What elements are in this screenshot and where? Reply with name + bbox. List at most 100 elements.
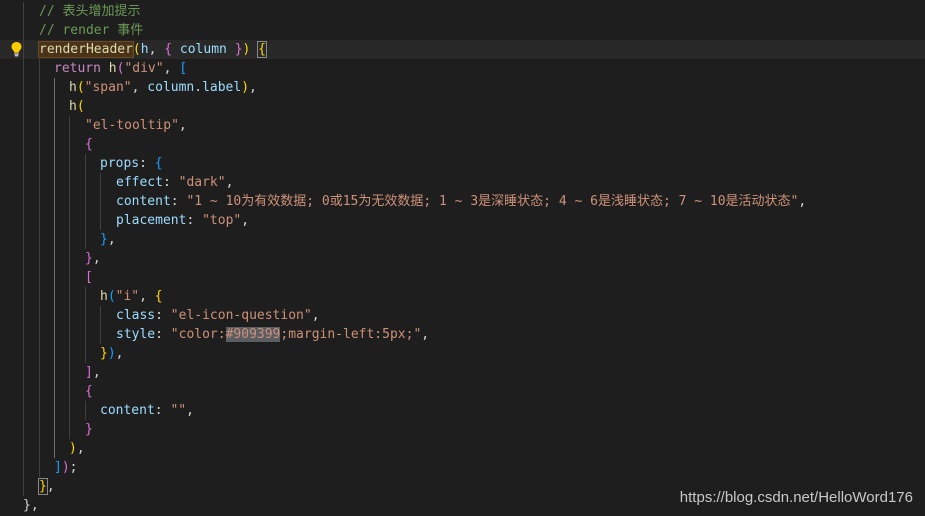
indent-guide	[100, 211, 101, 230]
code-token: {	[85, 384, 93, 399]
code-text: {	[85, 382, 93, 401]
code-token: ,	[46, 479, 55, 494]
code-line[interactable]: h("i", {	[0, 287, 925, 306]
indent-guide	[69, 173, 70, 192]
code-token: ,	[311, 308, 320, 323]
indent-guide	[54, 230, 55, 249]
code-token: "div"	[124, 61, 164, 76]
indent-guide	[54, 78, 55, 97]
code-line[interactable]: {	[0, 135, 925, 154]
code-token: ,	[131, 80, 148, 95]
indent-guide	[69, 325, 70, 344]
code-text: // render 事件	[39, 21, 143, 40]
code-token: ,	[241, 213, 250, 228]
code-line[interactable]: h("span", column.label),	[0, 78, 925, 97]
indent-guide	[39, 325, 40, 344]
code-line[interactable]: [	[0, 268, 925, 287]
code-line[interactable]: props: {	[0, 154, 925, 173]
code-token: h	[140, 42, 149, 57]
indent-guide	[100, 192, 101, 211]
indent-guide	[85, 230, 86, 249]
code-token: ""	[170, 403, 187, 418]
code-editor[interactable]: // 表头增加提示// render 事件 renderHeader(h, { c…	[0, 0, 925, 516]
code-token: effect	[116, 175, 163, 190]
indent-guide	[54, 420, 55, 439]
code-text: [	[85, 268, 93, 287]
code-token: class	[116, 308, 156, 323]
indent-guide	[69, 306, 70, 325]
code-token: :	[155, 308, 171, 323]
code-token: renderHeader	[38, 41, 134, 58]
indent-guide	[23, 439, 24, 458]
indent-guide	[69, 363, 70, 382]
indent-guide	[39, 306, 40, 325]
lightbulb-icon[interactable]	[10, 41, 23, 57]
indent-guide	[23, 325, 24, 344]
code-token: (	[132, 42, 141, 57]
code-token: )	[241, 80, 250, 95]
code-text: content: "1 ~ 10为有效数据; 0或15为无效数据; 1 ~ 3是…	[116, 192, 806, 211]
indent-guide	[23, 306, 24, 325]
code-line[interactable]: }	[0, 420, 925, 439]
code-line[interactable]: content: "1 ~ 10为有效数据; 0或15为无效数据; 1 ~ 3是…	[0, 192, 925, 211]
code-line[interactable]: return h("div", [	[0, 59, 925, 78]
indent-guide	[69, 230, 70, 249]
code-line[interactable]: ]);	[0, 458, 925, 477]
code-token: }	[38, 478, 48, 495]
code-text: h(	[69, 97, 85, 116]
code-token: ,	[148, 42, 165, 57]
indent-guide	[69, 382, 70, 401]
indent-guide	[100, 306, 101, 325]
code-text: },	[100, 230, 116, 249]
code-text: h("i", {	[100, 287, 163, 306]
indent-guide	[39, 420, 40, 439]
code-line[interactable]: ],	[0, 363, 925, 382]
code-line[interactable]: },	[0, 230, 925, 249]
code-line[interactable]: effect: "dark",	[0, 173, 925, 192]
indent-guide	[39, 173, 40, 192]
indent-guide	[54, 135, 55, 154]
code-token: "top"	[202, 213, 242, 228]
code-token: ]	[85, 365, 93, 380]
code-token: "dark"	[178, 175, 226, 190]
code-token: },	[23, 498, 39, 513]
code-token: :	[154, 403, 171, 418]
code-line[interactable]: {	[0, 382, 925, 401]
indent-guide	[23, 97, 24, 116]
code-token: h	[69, 99, 77, 114]
code-token: "color:	[170, 327, 226, 342]
code-token: :	[155, 327, 171, 342]
code-line[interactable]: placement: "top",	[0, 211, 925, 230]
code-text: },	[38, 477, 55, 496]
code-line[interactable]: },	[0, 249, 925, 268]
code-token: h	[108, 61, 117, 76]
indent-guide	[39, 363, 40, 382]
indent-guide	[23, 230, 24, 249]
code-text: {	[85, 135, 93, 154]
code-line[interactable]: // render 事件	[0, 21, 925, 40]
indent-guide	[23, 154, 24, 173]
indent-guide	[54, 344, 55, 363]
indent-guide	[69, 211, 70, 230]
indent-guide	[54, 268, 55, 287]
indent-guide	[39, 78, 40, 97]
watermark-url: https://blog.csdn.net/HelloWord176	[679, 489, 913, 506]
indent-guide	[39, 211, 40, 230]
code-line[interactable]: h(	[0, 97, 925, 116]
code-line[interactable]: content: "",	[0, 401, 925, 420]
indent-guide	[85, 325, 86, 344]
code-token: }	[100, 232, 108, 247]
code-line[interactable]: }),	[0, 344, 925, 363]
code-token: h	[100, 289, 108, 304]
code-line[interactable]: renderHeader(h, { column }) {	[0, 40, 925, 59]
code-line[interactable]: // 表头增加提示	[0, 2, 925, 21]
indent-guide	[54, 363, 55, 382]
code-text: },	[23, 496, 39, 515]
code-text: h("span", column.label),	[69, 78, 257, 97]
indent-guide	[23, 268, 24, 287]
code-line[interactable]: ),	[0, 439, 925, 458]
indent-guide	[23, 173, 24, 192]
code-line[interactable]: "el-tooltip",	[0, 116, 925, 135]
code-line[interactable]: style: "color:#909399;margin-left:5px;",	[0, 325, 925, 344]
code-line[interactable]: class: "el-icon-question",	[0, 306, 925, 325]
